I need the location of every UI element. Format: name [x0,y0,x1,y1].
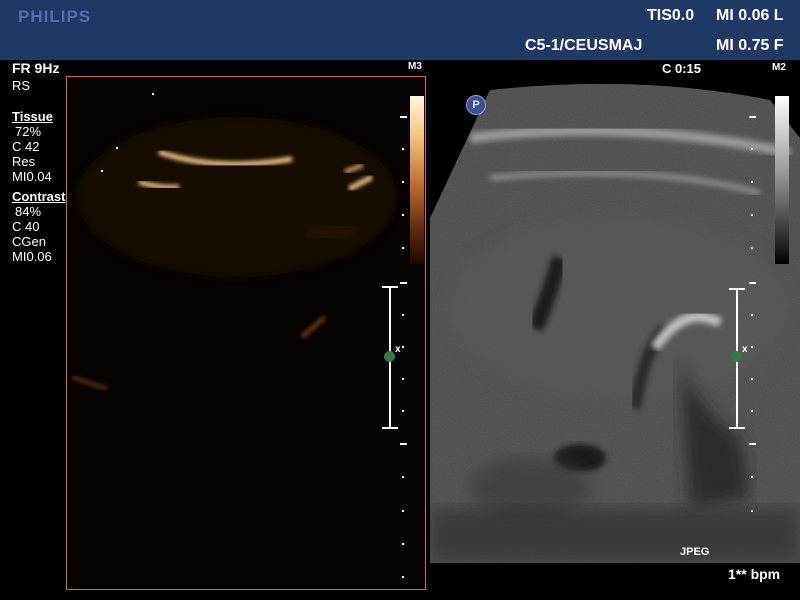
depth-tick [751,346,753,348]
focus-gate-bottom[interactable] [382,427,398,429]
mi-readout-bottom: MI 0.75 F [716,37,784,54]
tissue-mode: Res [12,154,36,169]
tissue-graybar [775,96,789,264]
tissue-map-label: M2 [772,62,786,73]
depth-marker [400,443,407,445]
depth-tick [751,148,753,150]
depth-tick [402,181,404,183]
depth-tick [402,510,404,512]
depth-tick [402,543,404,545]
depth-marker [400,282,407,284]
depth-marker [749,116,756,118]
depth-tick [751,410,753,412]
depth-tick [402,576,404,578]
heart-rate: 1** bpm [728,566,781,582]
depth-tick [402,378,404,380]
depth-tick [402,148,404,150]
scan-dot [116,147,118,149]
frame-rate: FR 9Hz [12,60,60,76]
contrast-compression: C 40 [12,219,40,234]
image-format: JPEG [680,546,710,558]
header-bar: PHILIPS TIS0.0 MI 0.06 L C5-1/CEUSMAJ MI… [0,0,800,60]
tissue-image-svg [430,83,800,563]
depth-tick [402,346,404,348]
tissue-image [430,78,800,563]
depth-tick [402,476,404,478]
tissue-gain: 72% [15,124,42,139]
depth-marker [749,443,756,445]
depth-marker [400,116,407,118]
tis-readout: TIS0.0 [647,7,695,24]
contrast-image [66,76,426,590]
scan-dot [101,170,103,172]
depth-tick [751,314,753,316]
clip-timer: C 0:15 [662,61,702,76]
depth-tick [751,378,753,380]
focus-marker[interactable] [731,351,742,362]
contrast-gain: 84% [15,204,42,219]
contrast-mi: MI0.06 [12,249,52,264]
scan-dot [152,93,154,95]
contrast-colorbar [410,96,424,264]
mi-readout-top: MI 0.06 L [716,7,784,24]
probe-orientation-icon: P [466,95,486,115]
focus-x-marker: x [742,344,748,355]
depth-tick [402,214,404,216]
focus-gate-bottom[interactable] [729,427,745,429]
contrast-image-svg [67,77,425,589]
depth-tick [402,247,404,249]
depth-tick [751,247,753,249]
brand-logo: PHILIPS [18,7,92,26]
depth-tick [751,181,753,183]
contrast-heading: Contrast [12,189,66,204]
contrast-map-label: M3 [408,61,422,72]
tissue-heading: Tissue [12,109,53,124]
depth-tick [751,510,753,512]
depth-tick [751,214,753,216]
focus-x-marker: x [395,344,401,355]
rs-label: RS [12,78,31,93]
tissue-mi: MI0.04 [12,169,52,184]
depth-marker [749,282,756,284]
contrast-mode: CGen [12,234,46,249]
depth-tick [751,476,753,478]
tissue-compression: C 42 [12,139,40,154]
depth-tick [402,410,404,412]
focus-marker[interactable] [384,351,395,362]
depth-tick [402,314,404,316]
transducer-preset: C5-1/CEUSMAJ [525,37,643,54]
